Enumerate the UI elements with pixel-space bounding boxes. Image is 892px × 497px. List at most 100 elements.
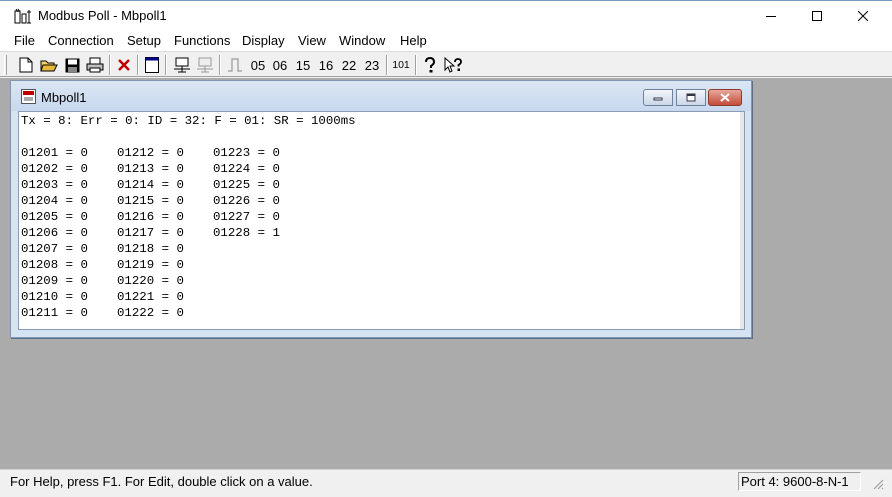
register-value[interactable]: 01206 = 0 xyxy=(21,225,88,241)
register-value[interactable]: 01217 = 0 xyxy=(117,225,184,241)
register-value[interactable]: 01203 = 0 xyxy=(21,177,88,193)
child-title-bar[interactable]: Mbpoll1 xyxy=(11,81,751,111)
status-help-text: For Help, press F1. For Edit, double cli… xyxy=(10,474,313,489)
menu-functions[interactable]: Functions xyxy=(172,33,232,48)
fc-05-button[interactable]: 05 xyxy=(248,54,268,76)
register-value[interactable]: 01207 = 0 xyxy=(21,241,88,257)
register-value[interactable]: 01226 = 0 xyxy=(213,193,280,209)
toolbar-separator xyxy=(415,55,417,75)
register-value[interactable]: 01219 = 0 xyxy=(117,257,184,273)
connect-button[interactable] xyxy=(171,54,193,76)
register-value[interactable]: 01214 = 0 xyxy=(117,177,184,193)
menu-view[interactable]: View xyxy=(296,33,328,48)
help-button[interactable] xyxy=(420,54,440,76)
register-value[interactable]: 01224 = 0 xyxy=(213,161,280,177)
save-disk-icon xyxy=(65,58,79,72)
toolbar-separator xyxy=(109,55,111,75)
counter-button[interactable]: 101 xyxy=(390,54,412,76)
register-value[interactable]: 01221 = 0 xyxy=(117,289,184,305)
menu-bar: File Connection Setup Functions Display … xyxy=(0,31,892,51)
child-restore-button[interactable] xyxy=(676,89,706,106)
status-bar: For Help, press F1. For Edit, double cli… xyxy=(0,469,892,497)
toolbar-separator xyxy=(137,55,139,75)
context-help-icon xyxy=(444,57,462,73)
toolbar-grip[interactable] xyxy=(4,55,7,75)
child-close-button[interactable] xyxy=(708,89,742,106)
delete-button[interactable] xyxy=(114,54,134,76)
menu-setup[interactable]: Setup xyxy=(125,33,163,48)
menu-display[interactable]: Display xyxy=(240,33,287,48)
pulse-button[interactable] xyxy=(224,54,246,76)
new-button[interactable] xyxy=(16,54,36,76)
mbpoll1-window[interactable]: Mbpoll1 Tx = 8: Err = 0: ID = 32: F = 01… xyxy=(10,80,752,338)
toolbar: 05 06 15 16 22 23 101 xyxy=(0,51,892,77)
register-value[interactable]: 01223 = 0 xyxy=(213,145,280,161)
register-view[interactable]: Tx = 8: Err = 0: ID = 32: F = 01: SR = 1… xyxy=(18,111,745,330)
print-icon xyxy=(86,57,104,73)
print-button[interactable] xyxy=(84,54,106,76)
child-window-title: Mbpoll1 xyxy=(41,90,87,105)
menu-connection[interactable]: Connection xyxy=(46,33,116,48)
title-bar[interactable]: Modbus Poll - Mbpoll1 xyxy=(0,0,892,31)
register-value[interactable]: 01211 = 0 xyxy=(21,305,88,321)
save-button[interactable] xyxy=(62,54,82,76)
register-value[interactable]: 01222 = 0 xyxy=(117,305,184,321)
window-button[interactable] xyxy=(142,54,162,76)
open-button[interactable] xyxy=(38,54,60,76)
register-value[interactable]: 01216 = 0 xyxy=(117,209,184,225)
open-folder-icon xyxy=(40,60,58,72)
minimize-icon xyxy=(766,16,776,17)
window-title: Modbus Poll - Mbpoll1 xyxy=(38,8,167,23)
register-value[interactable]: 01210 = 0 xyxy=(21,289,88,305)
toolbar-separator xyxy=(219,55,221,75)
close-icon xyxy=(720,93,730,102)
child-minimize-button[interactable] xyxy=(643,89,673,106)
menu-window[interactable]: Window xyxy=(337,33,387,48)
disconnect-icon xyxy=(197,57,213,73)
register-value[interactable]: 01215 = 0 xyxy=(117,193,184,209)
vertical-scrollbar[interactable] xyxy=(740,112,744,329)
register-value[interactable]: 01218 = 0 xyxy=(117,241,184,257)
disconnect-button[interactable] xyxy=(194,54,216,76)
connect-icon xyxy=(174,57,190,73)
register-value[interactable]: 01227 = 0 xyxy=(213,209,280,225)
register-value[interactable]: 01225 = 0 xyxy=(213,177,280,193)
close-icon xyxy=(858,11,868,21)
fc-23-button[interactable]: 23 xyxy=(362,54,382,76)
toolbar-separator xyxy=(165,55,167,75)
window-icon xyxy=(145,57,159,73)
minimize-button[interactable] xyxy=(748,1,794,31)
register-value[interactable]: 01213 = 0 xyxy=(117,161,184,177)
new-document-icon xyxy=(19,57,33,73)
context-help-button[interactable] xyxy=(442,54,464,76)
delete-x-icon xyxy=(118,59,130,71)
fc-22-button[interactable]: 22 xyxy=(339,54,359,76)
register-value[interactable]: 01202 = 0 xyxy=(21,161,88,177)
restore-icon xyxy=(686,93,696,102)
maximize-button[interactable] xyxy=(794,1,840,31)
fc-16-button[interactable]: 16 xyxy=(316,54,336,76)
maximize-icon xyxy=(812,11,822,21)
resize-grip-icon[interactable] xyxy=(870,476,884,490)
register-column-3: 01223 = 0 01224 = 0 01225 = 0 01226 = 0 … xyxy=(213,145,280,241)
modbus-poll-app-icon[interactable] xyxy=(14,8,32,24)
help-icon xyxy=(425,57,436,73)
register-value[interactable]: 01201 = 0 xyxy=(21,145,88,161)
register-value[interactable]: 01220 = 0 xyxy=(117,273,184,289)
menu-file[interactable]: File xyxy=(12,33,37,48)
pulse-icon xyxy=(228,58,242,72)
poll-status-line: Tx = 8: Err = 0: ID = 32: F = 01: SR = 1… xyxy=(21,114,356,128)
register-value[interactable]: 01228 = 1 xyxy=(213,225,280,241)
status-port-pane: Port 4: 9600-8-N-1 xyxy=(738,472,861,491)
register-column-1: 01201 = 0 01202 = 0 01203 = 0 01204 = 0 … xyxy=(21,145,88,321)
fc-15-button[interactable]: 15 xyxy=(293,54,313,76)
register-value[interactable]: 01208 = 0 xyxy=(21,257,88,273)
menu-help[interactable]: Help xyxy=(398,33,429,48)
register-value[interactable]: 01204 = 0 xyxy=(21,193,88,209)
fc-06-button[interactable]: 06 xyxy=(270,54,290,76)
close-button[interactable] xyxy=(840,1,886,31)
register-value[interactable]: 01205 = 0 xyxy=(21,209,88,225)
register-value[interactable]: 01212 = 0 xyxy=(117,145,184,161)
document-icon xyxy=(21,89,36,104)
register-value[interactable]: 01209 = 0 xyxy=(21,273,88,289)
